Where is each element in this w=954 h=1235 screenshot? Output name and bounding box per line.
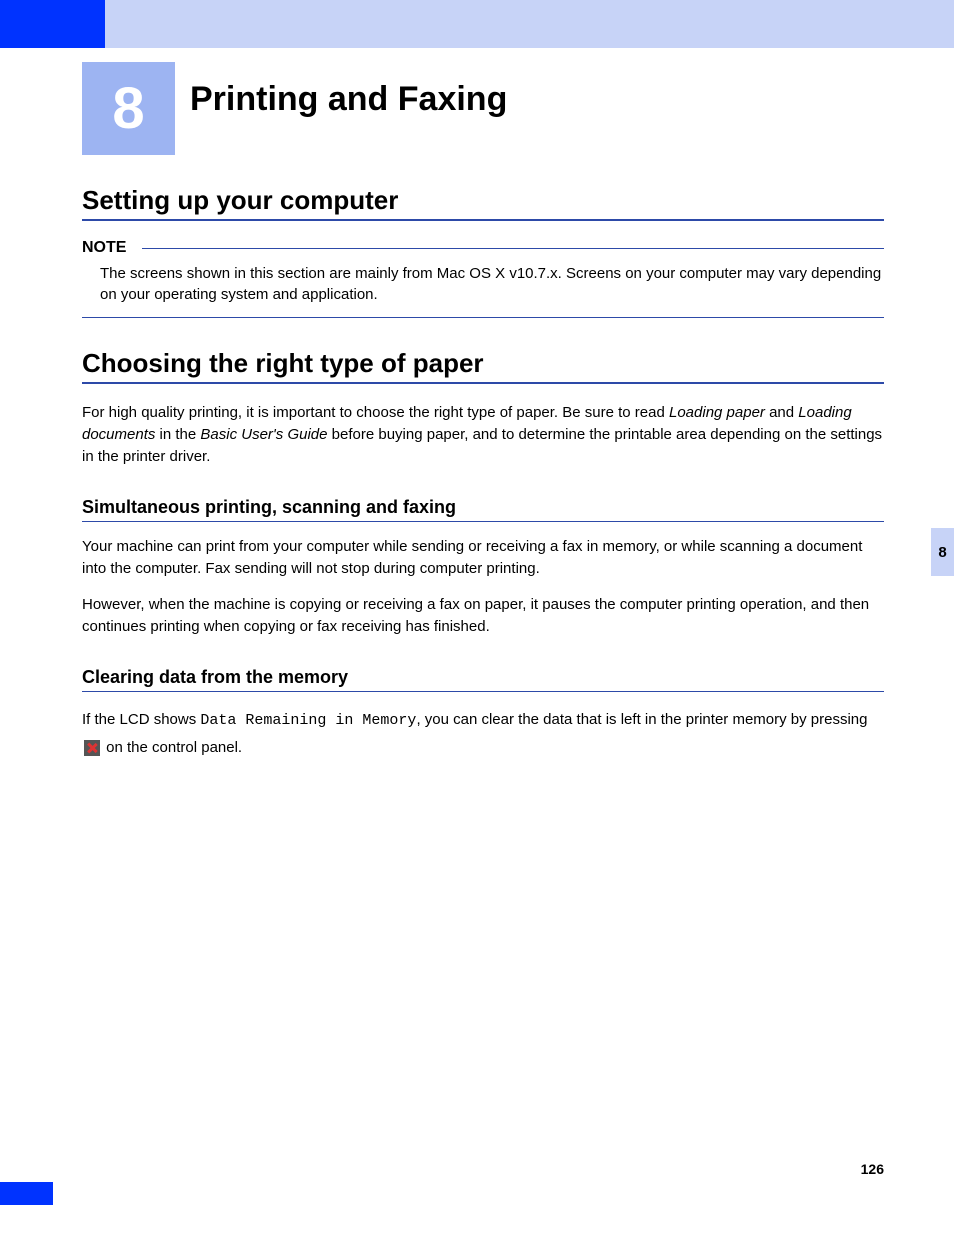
note-text: The screens shown in this section are ma… (82, 263, 884, 305)
note-block: NOTE The screens shown in this section a… (82, 239, 884, 318)
text-fragment: , you can clear the data that is left in… (416, 711, 867, 728)
section-heading-setup: Setting up your computer (82, 185, 884, 216)
chapter-number: 8 (112, 75, 144, 142)
note-bottom-rule (82, 317, 884, 318)
text-fragment: For high quality printing, it is importa… (82, 404, 669, 421)
text-italic: Basic User's Guide (200, 426, 327, 443)
subheading-rule (82, 521, 884, 522)
cancel-icon (84, 740, 100, 756)
chapter-number-block: 8 (82, 62, 175, 155)
content-area: Setting up your computer NOTE The screen… (82, 185, 884, 761)
top-band (105, 0, 954, 48)
note-label: NOTE (82, 239, 134, 257)
text-fragment: on the control panel. (102, 739, 242, 756)
heading-rule (82, 219, 884, 221)
subsection-heading-clearing: Clearing data from the memory (82, 667, 884, 688)
clearing-paragraph: If the LCD shows Data Remaining in Memor… (82, 706, 884, 761)
side-tab: 8 (931, 528, 954, 576)
text-fragment: and (765, 404, 798, 421)
chapter-title: Printing and Faxing (190, 80, 507, 119)
subsection-heading-simultaneous: Simultaneous printing, scanning and faxi… (82, 497, 884, 518)
bottom-left-stripe (0, 1182, 53, 1205)
text-fragment: If the LCD shows (82, 711, 200, 728)
text-italic: Loading paper (669, 404, 765, 421)
heading-rule (82, 382, 884, 384)
side-tab-number: 8 (938, 544, 946, 561)
paper-paragraph: For high quality printing, it is importa… (82, 402, 884, 467)
simultaneous-para-1: Your machine can print from your compute… (82, 536, 884, 580)
note-top-rule (142, 248, 884, 249)
section-heading-paper: Choosing the right type of paper (82, 348, 884, 379)
lcd-text: Data Remaining in Memory (200, 712, 416, 729)
simultaneous-para-2: However, when the machine is copying or … (82, 594, 884, 638)
subheading-rule (82, 691, 884, 692)
page-number: 126 (861, 1161, 884, 1177)
top-left-stripe (0, 0, 105, 48)
text-fragment: in the (155, 426, 200, 443)
